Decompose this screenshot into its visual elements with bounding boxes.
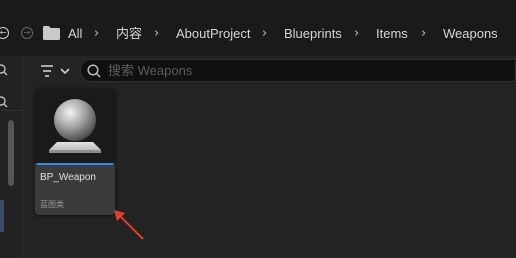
annotation-arrow-icon	[114, 210, 144, 240]
asset-tile[interactable]: BP_Weapon 蓝图类	[35, 88, 115, 215]
search-icon[interactable]	[0, 64, 8, 76]
breadcrumb-blueprints[interactable]: Blueprints	[284, 26, 342, 42]
asset-thumbnail	[35, 88, 115, 163]
breadcrumb-content[interactable]: 内容	[116, 26, 142, 42]
folder-icon[interactable]	[43, 26, 60, 40]
breadcrumb-weapons[interactable]: Weapons	[443, 26, 498, 42]
asset-type-label: 蓝图类	[40, 200, 64, 209]
breadcrumb-aboutproject[interactable]: AboutProject	[176, 26, 250, 42]
search-icon	[87, 64, 101, 78]
breadcrumb-separator[interactable]: ›	[354, 26, 359, 42]
asset-name: BP_Weapon	[40, 172, 96, 183]
selected-folder-indicator[interactable]	[0, 200, 4, 232]
search-icon[interactable]	[0, 96, 8, 108]
divider	[0, 110, 22, 111]
breadcrumb-items[interactable]: Items	[376, 26, 408, 42]
filter-icon[interactable]	[39, 62, 73, 80]
forward-arrow-icon[interactable]: →	[21, 27, 33, 39]
breadcrumb-separator[interactable]: ›	[262, 26, 267, 42]
breadcrumb-all[interactable]: All	[68, 26, 82, 42]
search-input[interactable]: 搜索 Weapons	[80, 59, 516, 82]
sphere-icon	[49, 99, 101, 153]
breadcrumb-separator[interactable]: ›	[154, 26, 159, 42]
search-placeholder: 搜索 Weapons	[108, 63, 193, 78]
asset-type-color-bar	[37, 163, 113, 165]
breadcrumb-separator[interactable]: ›	[421, 26, 426, 42]
breadcrumb-separator[interactable]: ›	[94, 26, 99, 42]
scrollbar[interactable]	[8, 120, 14, 186]
